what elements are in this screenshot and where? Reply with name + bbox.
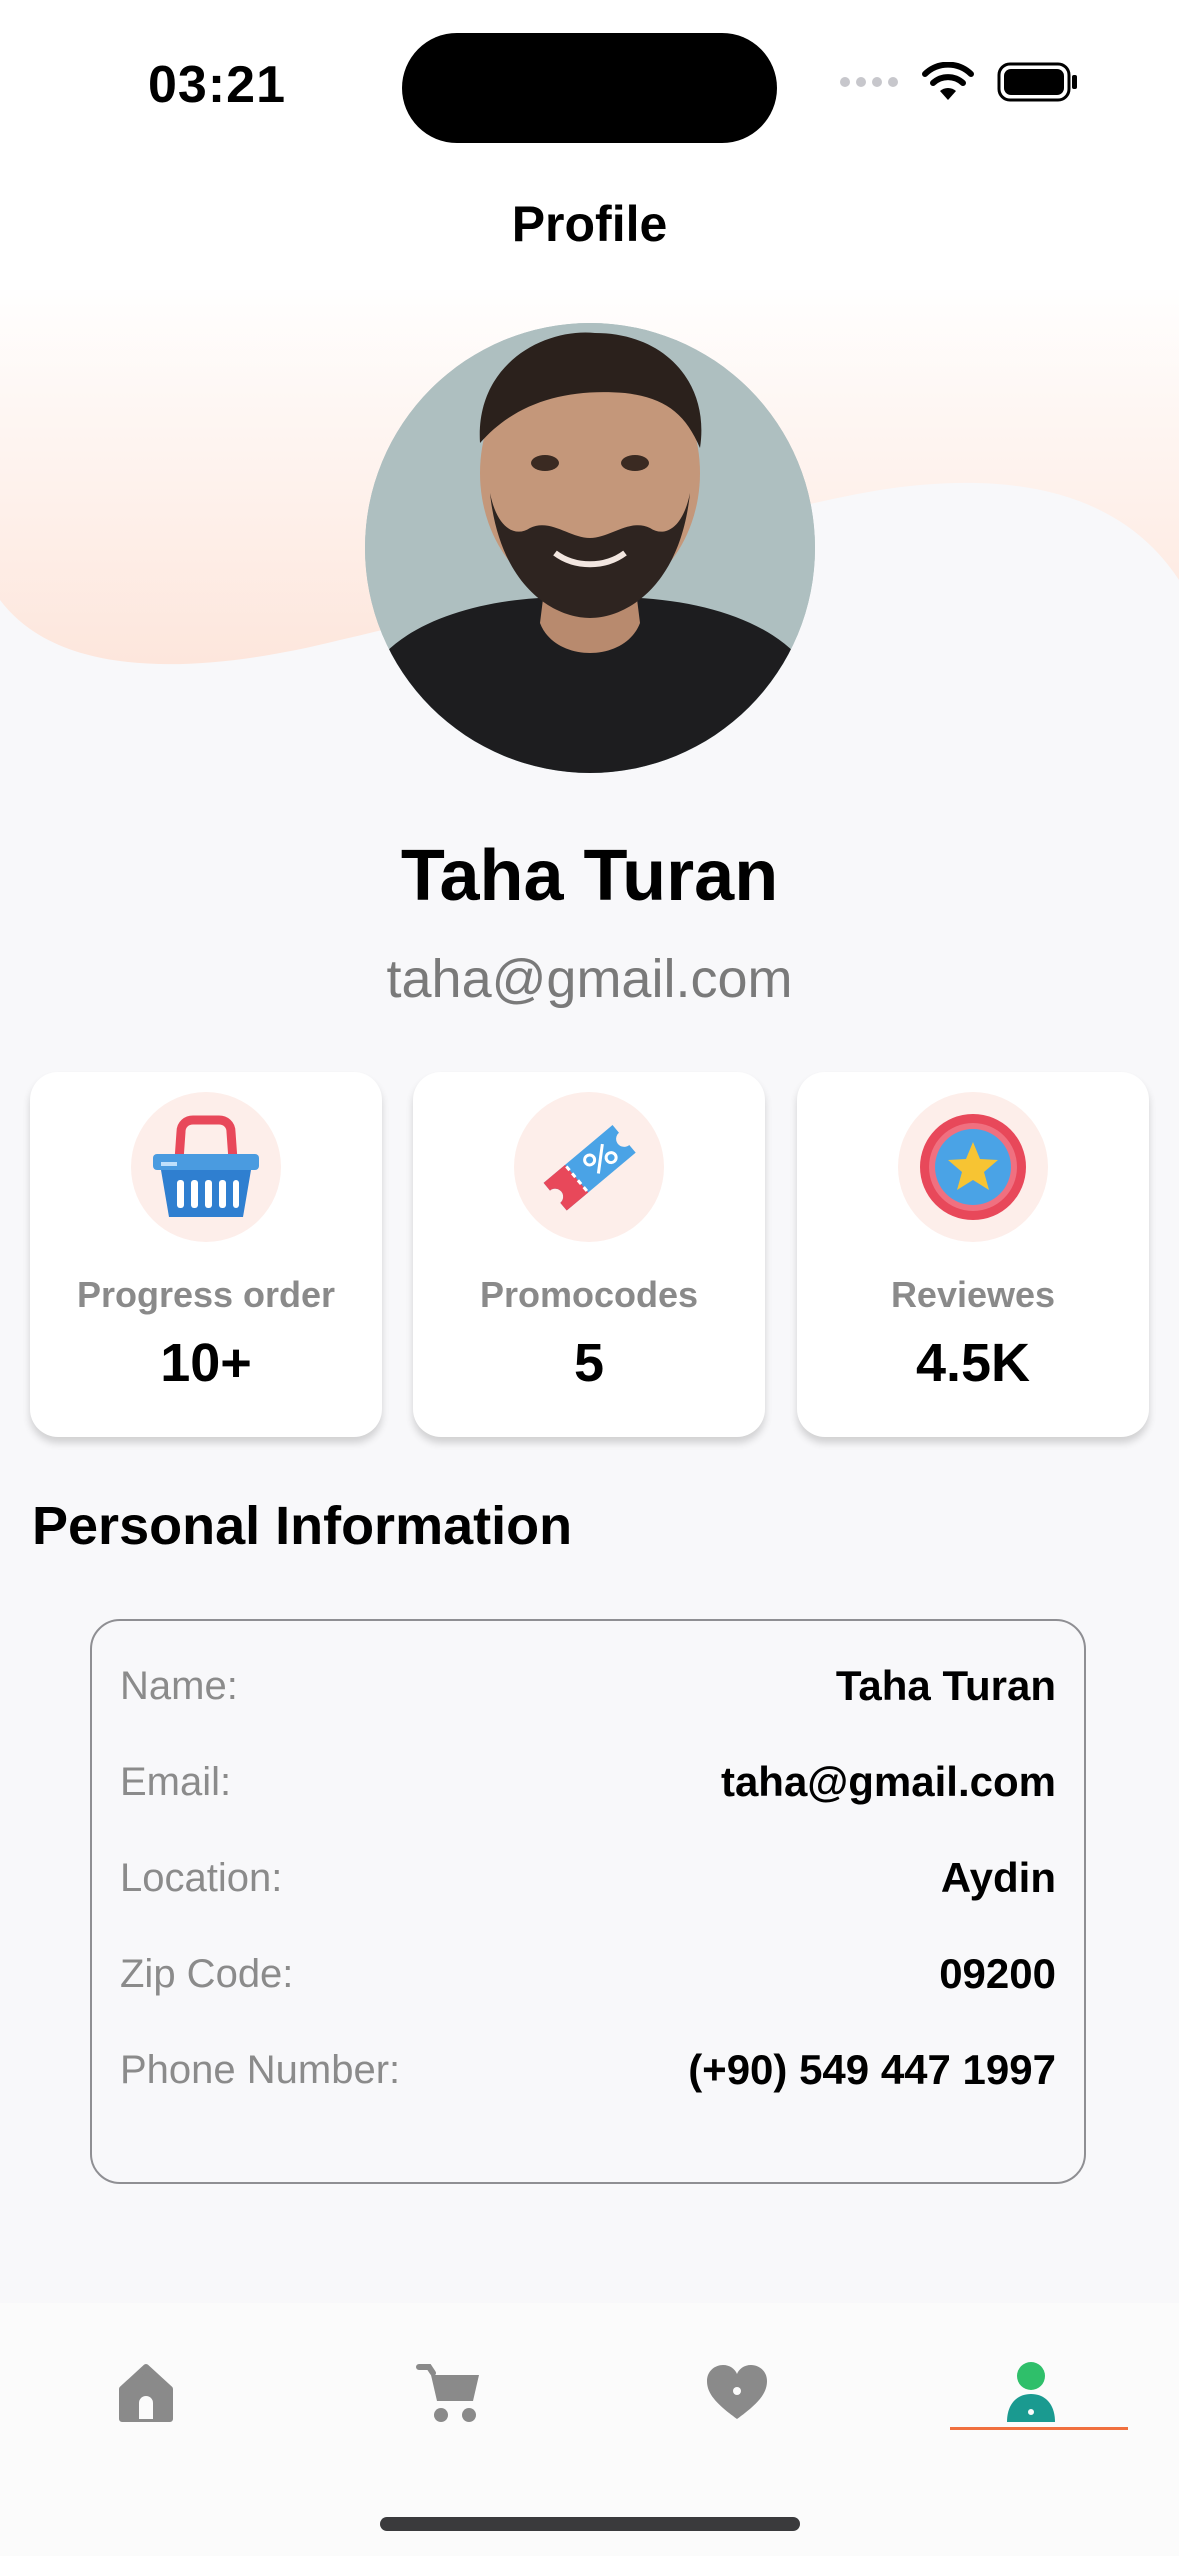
cart-icon (416, 2364, 479, 2422)
personal-info-card: Name: Taha Turan Email: taha@gmail.com L… (90, 1619, 1086, 2184)
status-time: 03:21 (148, 56, 286, 114)
stat-label: Reviewes (890, 1274, 1056, 1315)
info-value: Taha Turan (835, 1662, 1056, 1709)
info-key: Name: (120, 1663, 238, 1708)
tab-home[interactable] (86, 2348, 206, 2438)
tab-cart[interactable] (390, 2348, 510, 2438)
basket-icon (153, 1115, 259, 1217)
stat-icon-circle (131, 1092, 281, 1242)
info-row-name: Name: Taha Turan (120, 1656, 1056, 1716)
stat-card-reviews[interactable]: Reviewes 4.5K (797, 1072, 1149, 1437)
info-row-location: Location: Aydin (120, 1848, 1056, 1908)
info-value: (+90) 549 447 1997 (688, 2046, 1056, 2093)
wifi-icon (922, 62, 974, 100)
stat-value: 5 (573, 1333, 605, 1393)
signal-icon (840, 77, 898, 87)
info-key: Email: (120, 1759, 232, 1804)
star-badge-icon (920, 1114, 1026, 1220)
user-name: Taha Turan (400, 836, 779, 916)
stat-icon-circle (898, 1092, 1048, 1242)
tab-profile[interactable] (971, 2348, 1091, 2438)
info-key: Location: (120, 1855, 283, 1900)
avatar[interactable] (365, 323, 815, 773)
profile-photo (365, 323, 815, 773)
info-key: Phone Number: (120, 2047, 401, 2092)
active-tab-indicator (950, 2427, 1128, 2430)
info-row-phone-number: Phone Number: (+90) 549 447 1997 (120, 2040, 1056, 2100)
info-row-zip-code: Zip Code: 09200 (120, 1944, 1056, 2004)
stat-label: Promocodes (479, 1274, 699, 1315)
stat-label: Progress order (76, 1274, 336, 1315)
heart-icon (707, 2365, 767, 2419)
tab-favorites[interactable] (677, 2348, 797, 2438)
user-email: taha@gmail.com (386, 949, 793, 1009)
stat-icon-circle (514, 1092, 664, 1242)
home-indicator[interactable] (380, 2517, 800, 2531)
stats-row: Progress order 10+ Promocodes 5 Reviewes… (30, 1072, 1149, 1437)
home-icon (119, 2364, 173, 2422)
dynamic-island (402, 33, 777, 143)
ticket-icon (543, 1125, 636, 1211)
stat-value: 4.5K (915, 1333, 1031, 1393)
profile-screen: 03:21 Profile Taha Turan taha@gmail.com … (0, 0, 1179, 2556)
info-value: taha@gmail.com (720, 1758, 1056, 1805)
stat-value: 10+ (160, 1333, 252, 1393)
stat-card-promocodes[interactable]: Promocodes 5 (413, 1072, 765, 1437)
profile-icon (1007, 2362, 1055, 2422)
battery-icon (997, 62, 1077, 102)
section-title: Personal Information (32, 1496, 573, 1556)
stat-card-progress-order[interactable]: Progress order 10+ (30, 1072, 382, 1437)
page-title: Profile (511, 196, 668, 252)
status-icons (839, 62, 1079, 102)
info-value: Aydin (940, 1854, 1056, 1901)
info-value: 09200 (939, 1950, 1056, 1997)
info-row-email: Email: taha@gmail.com (120, 1752, 1056, 1812)
info-key: Zip Code: (120, 1951, 294, 1996)
